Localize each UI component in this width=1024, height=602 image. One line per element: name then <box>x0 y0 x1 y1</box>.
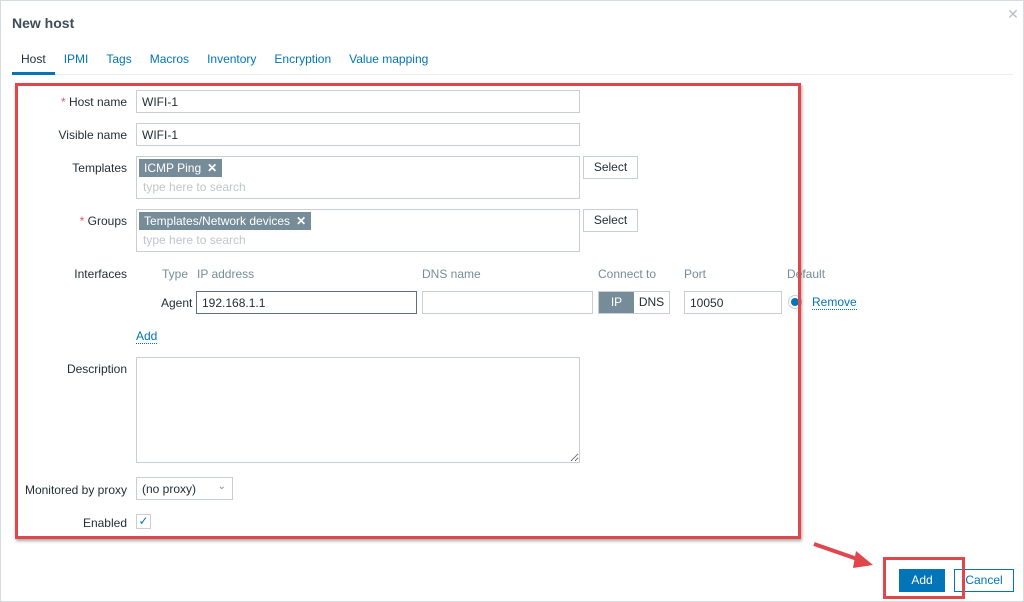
host-name-label: * Host name <box>60 95 127 109</box>
groups-multiselect[interactable]: Templates/Network devices ✕ type here to … <box>136 209 580 252</box>
cancel-button[interactable]: Cancel <box>954 569 1014 592</box>
add-interface-link[interactable]: Add <box>136 329 158 344</box>
annotation-arrow-icon <box>813 542 873 568</box>
ip-address-input[interactable] <box>196 291 417 314</box>
groups-search-placeholder[interactable]: type here to search <box>143 233 246 247</box>
proxy-label: Monitored by proxy <box>24 483 127 497</box>
default-interface-radio[interactable] <box>788 295 802 309</box>
chevron-down-icon: ⌄ <box>217 481 226 492</box>
col-dns-name: DNS name <box>422 267 481 281</box>
group-chip: Templates/Network devices ✕ <box>139 212 312 230</box>
new-host-dialog: New host ✕ Host IPMI Tags Macros Invento… <box>0 0 1024 602</box>
remove-chip-icon[interactable]: ✕ <box>296 214 306 228</box>
groups-label: * Groups <box>79 214 127 228</box>
port-input[interactable] <box>684 291 782 314</box>
remove-chip-icon[interactable]: ✕ <box>207 161 217 175</box>
tab-ipmi[interactable]: IPMI <box>55 46 98 75</box>
required-mark: * <box>79 214 85 228</box>
tab-encryption[interactable]: Encryption <box>265 46 340 75</box>
tab-macros[interactable]: Macros <box>141 46 198 75</box>
dialog-title: New host <box>12 15 75 31</box>
visible-name-input[interactable] <box>136 123 580 146</box>
templates-label: Templates <box>72 161 127 175</box>
tab-bar: Host IPMI Tags Macros Inventory Encrypti… <box>12 46 1013 75</box>
close-icon[interactable]: ✕ <box>1006 7 1020 21</box>
col-ip-address: IP address <box>197 267 255 281</box>
host-name-input[interactable] <box>136 90 580 113</box>
tab-inventory[interactable]: Inventory <box>198 46 265 75</box>
templates-search-placeholder[interactable]: type here to search <box>143 180 246 194</box>
col-default: Default <box>787 267 826 281</box>
required-mark: * <box>60 95 66 109</box>
col-connect-to: Connect to <box>598 267 657 281</box>
remove-interface-link[interactable]: Remove <box>812 295 857 310</box>
templates-multiselect[interactable]: ICMP Ping ✕ type here to search <box>136 156 580 199</box>
connect-to-toggle: IP DNS <box>598 291 670 314</box>
connect-ip-option[interactable]: IP <box>599 292 634 313</box>
interfaces-label: Interfaces <box>74 267 127 281</box>
enabled-label: Enabled <box>82 516 127 530</box>
enabled-checkbox[interactable]: ✓ <box>136 514 151 529</box>
interface-type: Agent <box>161 296 193 310</box>
tab-value-mapping[interactable]: Value mapping <box>340 46 437 75</box>
tab-host[interactable]: Host <box>12 46 55 75</box>
add-button[interactable]: Add <box>899 569 945 592</box>
col-type: Type <box>162 267 189 281</box>
template-chip: ICMP Ping ✕ <box>139 159 223 177</box>
dns-name-input[interactable] <box>422 291 593 314</box>
col-port: Port <box>684 267 707 281</box>
visible-name-label: Visible name <box>58 128 127 142</box>
tab-tags[interactable]: Tags <box>97 46 140 75</box>
description-textarea[interactable] <box>136 357 580 463</box>
connect-dns-option[interactable]: DNS <box>634 292 669 313</box>
templates-select-button[interactable]: Select <box>583 156 638 179</box>
description-label: Description <box>66 362 127 376</box>
proxy-select[interactable]: (no proxy) ⌄ <box>136 477 233 500</box>
groups-select-button[interactable]: Select <box>583 209 638 232</box>
